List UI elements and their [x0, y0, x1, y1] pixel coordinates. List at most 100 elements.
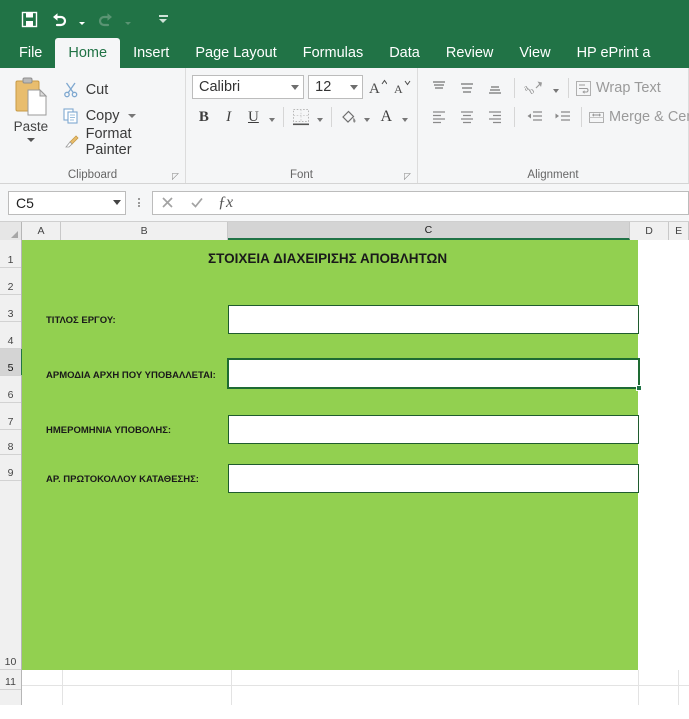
row-header-3[interactable]: 3 [0, 295, 21, 322]
fill-color-icon[interactable] [337, 104, 361, 130]
tab-hp-eprint[interactable]: HP ePrint a [564, 38, 664, 68]
underline-dropdown-icon[interactable] [266, 104, 278, 130]
row-header-2[interactable]: 2 [0, 268, 21, 295]
spreadsheet-grid: A B C D E 1 2 3 4 5 6 7 8 9 10 11 ΣΤΟΙΧΕ… [0, 222, 689, 705]
ribbon-group-clipboard: Paste Cut Copy Format Painter Clipboard … [0, 68, 186, 183]
row-header-4[interactable]: 4 [0, 322, 21, 349]
cut-label: Cut [85, 82, 109, 98]
svg-text:A: A [369, 81, 380, 97]
align-center-icon[interactable] [454, 104, 480, 130]
increase-font-size-icon[interactable]: A [367, 76, 387, 98]
field-input-authority[interactable] [227, 358, 640, 389]
font-color-dropdown-icon[interactable] [399, 104, 411, 130]
divider [283, 107, 285, 127]
bold-button[interactable]: B [192, 104, 216, 130]
column-headers: A B C D E [0, 222, 689, 240]
tab-insert[interactable]: Insert [120, 38, 182, 68]
underline-button[interactable]: U [242, 104, 266, 130]
merge-center-button[interactable]: Merge & Cen [588, 104, 689, 130]
row-header-8[interactable]: 8 [0, 430, 21, 455]
copy-icon [62, 107, 80, 125]
row-header-10[interactable]: 10 [0, 481, 21, 670]
italic-button[interactable]: I [217, 104, 241, 130]
paste-dropdown-icon[interactable] [26, 138, 35, 142]
field-input-protocol-number[interactable] [228, 464, 639, 493]
font-dialog-launcher-icon[interactable]: ◸ [403, 172, 412, 181]
align-left-icon[interactable] [426, 104, 452, 130]
wrap-text-button[interactable]: Wrap Text [575, 75, 661, 101]
merge-center-label: Merge & Cen [609, 109, 689, 125]
paste-button[interactable]: Paste [0, 72, 62, 142]
fill-handle[interactable] [636, 385, 642, 391]
column-header-b[interactable]: B [61, 222, 229, 240]
column-header-c[interactable]: C [228, 222, 630, 240]
font-size-value: 12 [315, 79, 332, 95]
column-header-d[interactable]: D [629, 222, 670, 240]
tab-formulas[interactable]: Formulas [290, 38, 376, 68]
cells-area: ΣΤΟΙΧΕΙΑ ΔΙΑΧΕΙΡΙΣΗΣ ΑΠΟΒΛΗΤΩΝ ΤΙΤΛΟΣ ΕΡ… [22, 240, 689, 705]
save-icon[interactable] [16, 6, 42, 32]
copy-dropdown-icon[interactable] [127, 114, 136, 118]
formula-bar: C5 ƒx [0, 184, 689, 222]
divider [514, 78, 515, 98]
align-top-icon[interactable] [426, 75, 452, 101]
undo-icon[interactable] [46, 6, 72, 32]
font-color-icon[interactable]: A [374, 104, 398, 130]
align-right-icon[interactable] [482, 104, 508, 130]
name-box[interactable]: C5 [8, 190, 126, 215]
orientation-dropdown-icon[interactable] [549, 75, 562, 101]
insert-function-icon[interactable]: ƒx [211, 192, 240, 214]
clipboard-dialog-launcher-icon[interactable]: ◸ [171, 172, 180, 181]
cell-band-blank[interactable] [22, 670, 689, 705]
cancel-icon[interactable] [153, 192, 182, 214]
decrease-indent-icon[interactable] [521, 104, 547, 130]
name-box-value: C5 [16, 194, 34, 211]
borders-icon[interactable] [289, 104, 313, 130]
field-input-submission-date[interactable] [228, 415, 639, 444]
check-icon[interactable] [182, 192, 211, 214]
align-bottom-icon[interactable] [482, 75, 508, 101]
select-all-corner[interactable] [0, 222, 22, 240]
cut-button[interactable]: Cut [62, 78, 185, 102]
grid-body: 1 2 3 4 5 6 7 8 9 10 11 ΣΤΟΙΧΕΙΑ ΔΙΑΧΕΙΡ… [0, 240, 689, 705]
formula-input[interactable] [240, 190, 689, 215]
align-middle-icon[interactable] [454, 75, 480, 101]
gridline-horizontal [22, 685, 689, 686]
row-header-11[interactable]: 11 [0, 670, 21, 690]
ribbon-tab-bar: File Home Insert Page Layout Formulas Da… [0, 38, 689, 68]
tab-home[interactable]: Home [55, 38, 121, 68]
font-name-dropdown-icon[interactable] [291, 84, 300, 90]
tab-review[interactable]: Review [433, 38, 507, 68]
font-name-input[interactable]: Calibri [192, 75, 305, 99]
fill-color-dropdown-icon[interactable] [361, 104, 373, 130]
column-header-a[interactable]: A [21, 222, 62, 240]
font-size-input[interactable]: 12 [308, 75, 363, 99]
scissors-icon [62, 81, 80, 99]
tab-file[interactable]: File [6, 38, 55, 68]
name-box-dropdown-icon[interactable] [113, 200, 121, 205]
row-headers: 1 2 3 4 5 6 7 8 9 10 11 [0, 240, 23, 705]
row-header-1[interactable]: 1 [0, 240, 21, 268]
format-painter-button[interactable]: Format Painter [62, 126, 185, 158]
orientation-icon[interactable]: a b [521, 75, 547, 101]
column-header-e[interactable]: E [669, 222, 689, 240]
tab-data[interactable]: Data [376, 38, 433, 68]
font-group-label: Font ◸ [289, 168, 412, 181]
wrap-text-label: Wrap Text [596, 80, 661, 96]
wrap-text-icon [575, 80, 592, 97]
row-header-6[interactable]: 6 [0, 376, 21, 403]
tab-page-layout[interactable]: Page Layout [182, 38, 289, 68]
row-header-9[interactable]: 9 [0, 455, 21, 481]
customize-toolbar-icon[interactable] [152, 6, 174, 32]
row-header-7[interactable]: 7 [0, 403, 21, 430]
field-input-project-title[interactable] [228, 305, 639, 334]
copy-button[interactable]: Copy [62, 104, 185, 128]
decrease-font-size-icon[interactable]: A [391, 76, 411, 98]
tab-view[interactable]: View [506, 38, 563, 68]
svg-text:A: A [394, 82, 403, 96]
font-size-dropdown-icon[interactable] [349, 84, 358, 90]
row-header-5[interactable]: 5 [0, 349, 23, 376]
undo-dropdown-icon[interactable] [76, 6, 88, 32]
borders-dropdown-icon[interactable] [314, 104, 326, 130]
increase-indent-icon[interactable] [549, 104, 575, 130]
